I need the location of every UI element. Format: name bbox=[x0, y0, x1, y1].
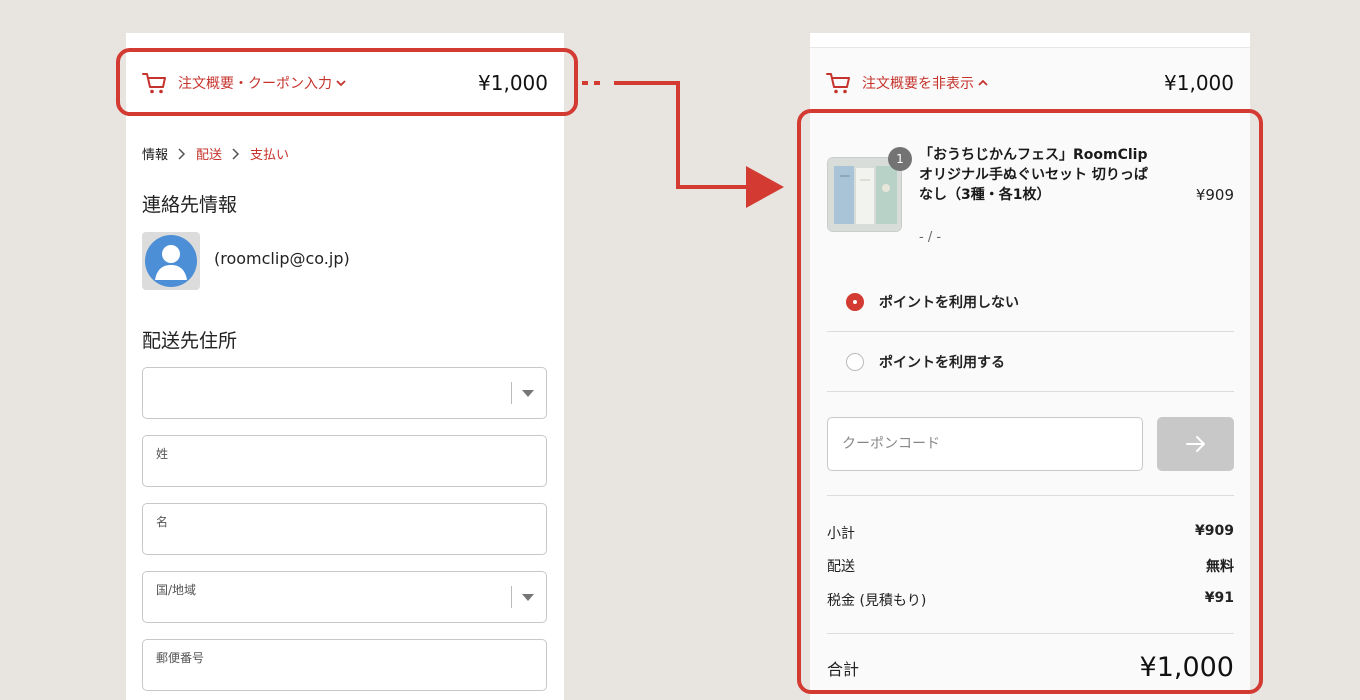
last-name-field[interactable]: 姓 bbox=[142, 435, 547, 487]
breadcrumb-shipping[interactable]: 配送 bbox=[196, 144, 222, 163]
summary-total: ¥1,000 bbox=[1164, 71, 1234, 95]
contact-email: (roomclip@co.jp) bbox=[214, 249, 350, 268]
breadcrumb: 情報 配送 支払い bbox=[142, 144, 289, 163]
user-avatar-icon bbox=[142, 232, 200, 290]
highlight-box-expanded bbox=[797, 109, 1263, 694]
caret-down-icon bbox=[522, 594, 534, 601]
select-divider bbox=[511, 586, 512, 608]
address-select[interactable] bbox=[142, 367, 547, 419]
shipping-section-title: 配送先住所 bbox=[142, 330, 238, 352]
contact-section-title: 連絡先情報 bbox=[142, 194, 238, 216]
connector-arrow-icon bbox=[582, 81, 784, 208]
chevron-up-icon bbox=[978, 79, 988, 86]
chevron-right-icon bbox=[178, 147, 186, 160]
cart-icon bbox=[826, 73, 850, 94]
highlight-box-summary bbox=[116, 48, 578, 116]
top-strip bbox=[810, 33, 1250, 48]
field-label: 国/地域 bbox=[156, 583, 197, 597]
country-select[interactable]: 国/地域 bbox=[142, 571, 547, 623]
order-summary-toggle[interactable]: 注文概要を非表示 ¥1,000 bbox=[826, 68, 1234, 98]
first-name-field[interactable]: 名 bbox=[142, 503, 547, 555]
breadcrumb-info: 情報 bbox=[142, 148, 169, 163]
field-label: 姓 bbox=[156, 447, 169, 461]
caret-down-icon bbox=[522, 390, 534, 397]
field-label: 名 bbox=[156, 515, 169, 529]
breadcrumb-payment[interactable]: 支払い bbox=[250, 144, 289, 163]
select-divider bbox=[511, 382, 512, 404]
field-label: 郵便番号 bbox=[156, 651, 205, 665]
postal-code-field[interactable]: 郵便番号 bbox=[142, 639, 547, 691]
chevron-right-icon bbox=[232, 147, 240, 160]
summary-toggle-label: 注文概要を非表示 bbox=[862, 76, 974, 92]
